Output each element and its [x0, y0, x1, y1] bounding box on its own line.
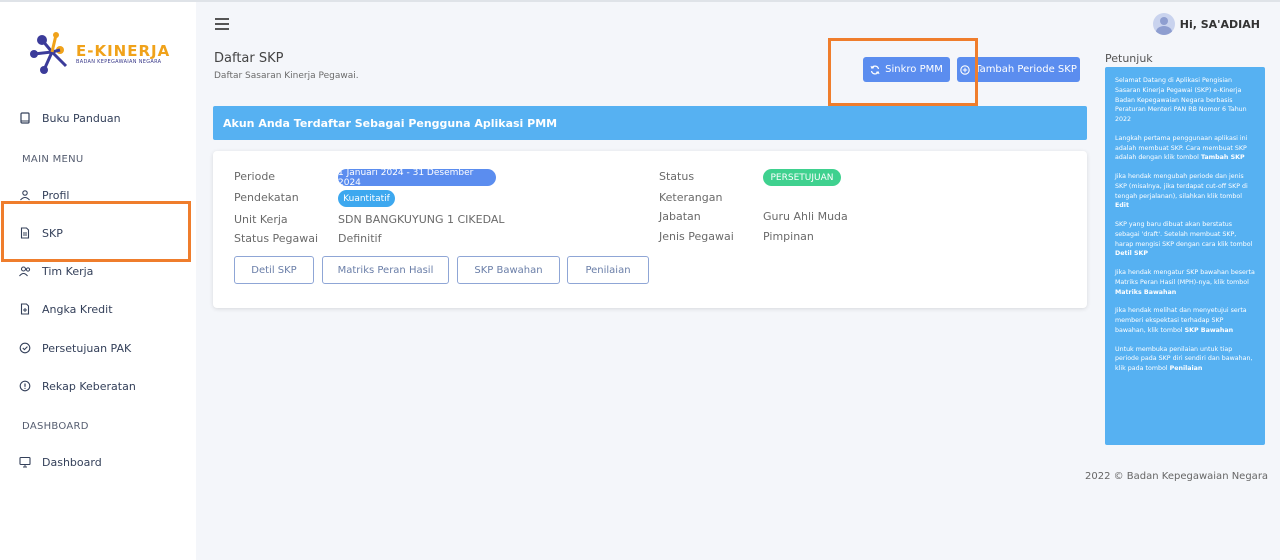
- periode-badge: 1 Januari 2024 - 31 Desember 2024: [338, 168, 496, 188]
- users-icon: [19, 266, 31, 277]
- jenis-pegawai-label: Jenis Pegawai: [659, 230, 734, 243]
- page-subtitle: Daftar Sasaran Kinerja Pegawai.: [214, 71, 359, 81]
- section-main-menu: MAIN MENU: [22, 154, 84, 165]
- skp-bawahan-button[interactable]: SKP Bawahan: [457, 256, 560, 284]
- check-circle-icon: [19, 342, 31, 354]
- sidebar-item-persetujuan-pak[interactable]: Persetujuan PAK: [0, 336, 196, 360]
- petunjuk-paragraph: Selamat Datang di Aplikasi Pengisian Sas…: [1115, 77, 1247, 123]
- status-badge: PERSETUJUAN: [763, 169, 841, 186]
- petunjuk-title: Petunjuk: [1105, 52, 1153, 65]
- user-menu[interactable]: Hi, SA'ADIAH: [1152, 13, 1260, 35]
- sidebar-item-tim-kerja[interactable]: Tim Kerja: [0, 259, 196, 283]
- info-circle-icon: [19, 380, 31, 392]
- sidebar-item-buku-panduan[interactable]: Buku Panduan: [0, 106, 196, 130]
- app-logo[interactable]: E-KINERJA BADAN KEPEGAWAIAN NEGARA: [28, 30, 178, 80]
- highlight-annotation-skp: [1, 201, 191, 262]
- jabatan-label: Jabatan: [659, 210, 701, 223]
- pmm-alert: Akun Anda Terdaftar Sebagai Pengguna Apl…: [213, 106, 1087, 140]
- periode-label: Periode: [234, 170, 276, 183]
- sidebar-item-label: Angka Kredit: [42, 302, 113, 316]
- sidebar-item-label: Profil: [42, 188, 70, 202]
- sidebar-item-rekap-keberatan[interactable]: Rekap Keberatan: [0, 374, 196, 398]
- petunjuk-paragraph: SKP yang baru dibuat akan berstatus seba…: [1115, 221, 1253, 258]
- skp-card: Periode 1 Januari 2024 - 31 Desember 202…: [213, 151, 1087, 308]
- logo-subtitle: BADAN KEPEGAWAIAN NEGARA: [76, 59, 162, 65]
- sidebar-item-label: Rekap Keberatan: [42, 379, 136, 393]
- petunjuk-paragraph: Jika hendak mengubah periode dan jenis S…: [1115, 173, 1248, 210]
- jenis-pegawai-value: Pimpinan: [763, 230, 814, 243]
- petunjuk-paragraph: Untuk membuka penilaian untuk tiap perio…: [1115, 345, 1253, 373]
- petunjuk-paragraph: Jika hendak melihat dan menyetujui serta…: [1115, 307, 1247, 334]
- avatar: [1152, 13, 1175, 35]
- sidebar-item-dashboard[interactable]: Dashboard: [0, 450, 196, 474]
- status-pegawai-label: Status Pegawai: [234, 232, 319, 245]
- status-pegawai-value: Definitif: [338, 232, 382, 245]
- tambah-periode-skp-label: Tambah Periode SKP: [975, 64, 1077, 75]
- highlight-annotation-sinkro: [828, 38, 978, 106]
- petunjuk-panel: Selamat Datang di Aplikasi Pengisian Sas…: [1105, 67, 1265, 445]
- user-greeting: Hi, SA'ADIAH: [1179, 17, 1260, 31]
- section-dashboard: DASHBOARD: [22, 421, 89, 432]
- unit-kerja-value: SDN BANGKUYUNG 1 CIKEDAL: [338, 213, 505, 226]
- sidebar-item-label: Buku Panduan: [42, 111, 121, 125]
- unit-kerja-label: Unit Kerja: [234, 213, 288, 226]
- keterangan-label: Keterangan: [659, 191, 723, 204]
- sidebar-item-angka-kredit[interactable]: Angka Kredit: [0, 297, 196, 321]
- footer-copyright: 2022 © Badan Kepegawaian Negara: [1085, 471, 1269, 482]
- pendekatan-badge: Kuantitatif: [338, 190, 395, 207]
- petunjuk-paragraph: Jika hendak mengatur SKP bawahan beserta…: [1115, 269, 1255, 296]
- logo-icon: [30, 32, 68, 74]
- jabatan-value: Guru Ahli Muda: [763, 210, 848, 223]
- sidebar-item-label: Tim Kerja: [42, 264, 94, 278]
- sidebar-item-label: Persetujuan PAK: [42, 341, 132, 355]
- sidebar: E-KINERJA BADAN KEPEGAWAIAN NEGARA Buku …: [0, 2, 196, 560]
- monitor-icon: [19, 456, 31, 468]
- page-title: Daftar SKP: [214, 51, 284, 66]
- file-plus-icon: [20, 303, 30, 315]
- book-icon: [20, 112, 30, 124]
- status-label: Status: [659, 170, 695, 183]
- matriks-peran-hasil-button[interactable]: Matriks Peran Hasil: [322, 256, 449, 284]
- sidebar-item-label: Dashboard: [42, 455, 102, 469]
- detil-skp-button[interactable]: Detil SKP: [234, 256, 314, 284]
- pendekatan-label: Pendekatan: [234, 191, 299, 204]
- petunjuk-paragraph: Langkah pertama penggunaan aplikasi ini …: [1115, 134, 1248, 162]
- penilaian-button[interactable]: Penilaian: [567, 256, 649, 284]
- logo-text: E-KINERJA: [76, 42, 171, 60]
- menu-toggle-icon[interactable]: [215, 18, 229, 30]
- user-icon: [20, 190, 30, 201]
